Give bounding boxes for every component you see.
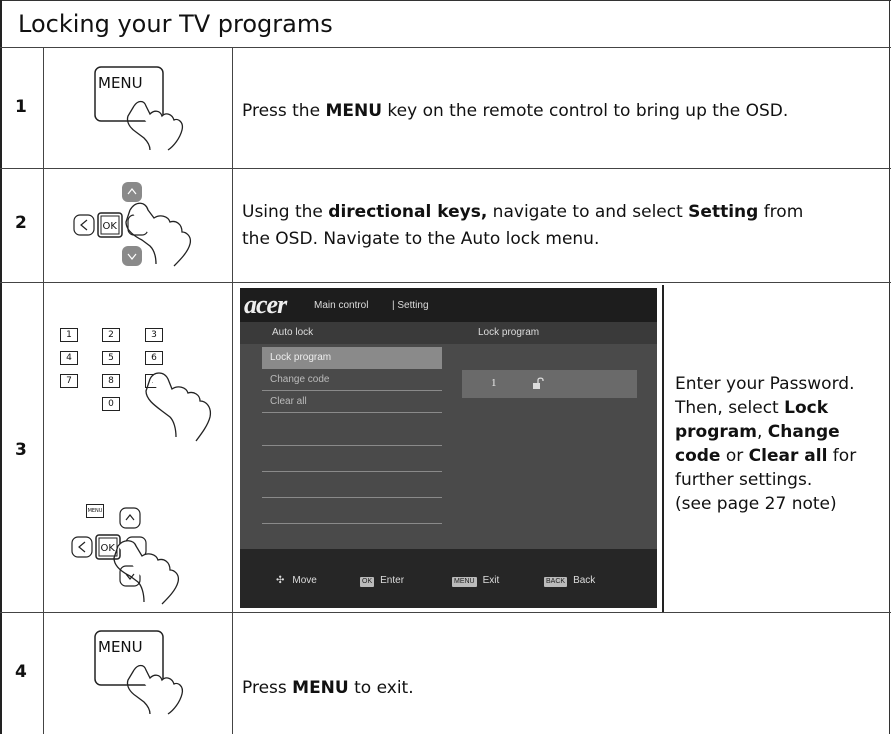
- menu-key-label: MENU: [98, 74, 143, 92]
- step-number: 4: [15, 662, 27, 682]
- osd-menu-item-empty: [262, 424, 442, 446]
- osd-menu-item-change-code: Change code: [262, 369, 442, 391]
- menu-key-illustration: MENU: [94, 630, 186, 716]
- osd-code-field: 1: [462, 370, 637, 398]
- svg-text:MENU: MENU: [98, 638, 143, 656]
- osd-code-value: 1: [491, 377, 497, 389]
- osd-menu-item-empty: [262, 502, 442, 524]
- osd-screenshot: acer Main control | Setting Auto lock Lo…: [240, 288, 657, 608]
- step-number: 1: [15, 97, 27, 117]
- osd-footer-move: ✣ Move: [276, 575, 317, 586]
- step-number: 3: [15, 440, 27, 460]
- keypad-key: 2: [102, 328, 120, 342]
- step-4-description: Press MENU to exit.: [242, 678, 414, 698]
- osd-lock-program-header: Lock program: [478, 327, 540, 338]
- unlock-icon: [533, 377, 544, 389]
- acer-logo: acer: [244, 290, 287, 319]
- keypad-key: 4: [60, 351, 78, 365]
- keypad-key: 0: [102, 397, 120, 411]
- osd-main-control: Main control: [314, 300, 369, 311]
- osd-menu-item-clear-all: Clear all: [262, 391, 442, 413]
- svg-text:OK: OK: [103, 221, 118, 232]
- osd-menu-item-empty: [262, 450, 442, 472]
- directional-keys-illustration: OK: [64, 180, 224, 274]
- osd-auto-lock-header: Auto lock: [272, 327, 314, 338]
- osd-setting: | Setting: [392, 300, 429, 311]
- step-2-description: Using the directional keys, navigate to …: [242, 202, 804, 249]
- move-icon: ✣: [276, 575, 285, 586]
- keypad-key: 7: [60, 374, 78, 388]
- step-3-description: Enter your Password. Then, select Lock p…: [675, 374, 857, 514]
- svg-text:OK: OK: [101, 543, 116, 554]
- remote-navigation-illustration: MENU OK: [64, 500, 229, 605]
- keypad-key: 1: [60, 328, 78, 342]
- osd-footer-enter: OK Enter: [360, 575, 405, 587]
- menu-key-illustration: MENU: [94, 66, 186, 152]
- back-badge: BACK: [544, 577, 568, 587]
- osd-footer-back: BACK Back: [544, 575, 596, 587]
- osd-menu-item-lock-program: Lock program: [262, 347, 442, 369]
- osd-menu-item-empty: [262, 476, 442, 498]
- keypad-key: 5: [102, 351, 120, 365]
- osd-divider: [662, 285, 664, 612]
- menu-badge: MENU: [452, 577, 477, 587]
- page-title: Locking your TV programs: [18, 10, 333, 38]
- table-left-border: [0, 0, 2, 734]
- hand-pointer-icon: [145, 372, 212, 442]
- ok-badge: OK: [360, 577, 375, 587]
- step-number: 2: [15, 213, 27, 233]
- keypad-key: 3: [145, 328, 163, 342]
- osd-footer-exit: MENU Exit: [452, 575, 500, 587]
- numeric-keypad-illustration: 1 2 3 4 5 6 7 8 9 0: [52, 325, 232, 442]
- keypad-key: 8: [102, 374, 120, 388]
- keypad-key: 6: [145, 351, 163, 365]
- step-1-description: Press the MENU key on the remote control…: [242, 101, 789, 121]
